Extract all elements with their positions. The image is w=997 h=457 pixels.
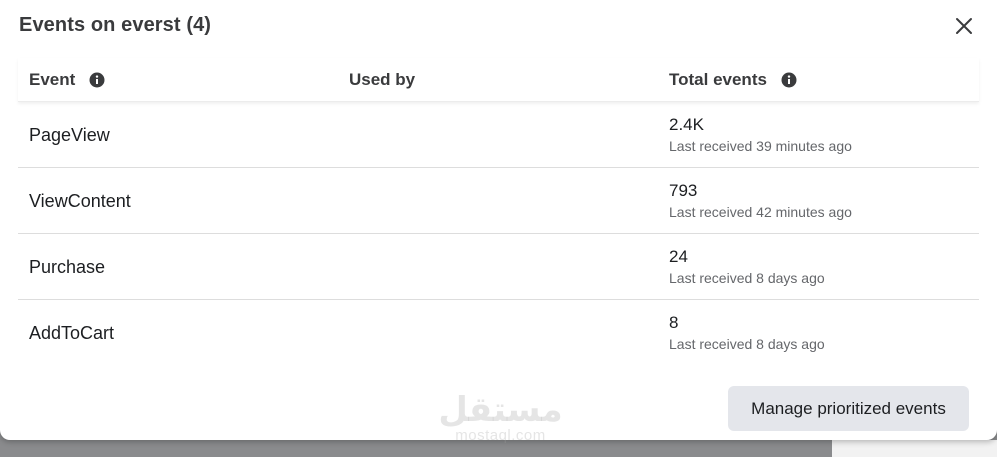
table-header: Event Used by Total events	[18, 58, 979, 102]
column-header-used-by: Used by	[349, 58, 415, 102]
total-count: 2.4K	[669, 115, 704, 134]
column-header-used-by-label: Used by	[349, 70, 416, 89]
last-received: Last received 42 minutes ago	[669, 204, 852, 220]
last-received: Last received 8 days ago	[669, 270, 825, 286]
column-header-total-events: Total events	[669, 58, 797, 102]
dialog-title: Events on everst (4)	[19, 14, 212, 36]
last-received: Last received 8 days ago	[669, 336, 825, 352]
table-row[interactable]: AddToCart 8 Last received 8 days ago	[18, 300, 979, 366]
column-header-event-label: Event	[29, 70, 76, 89]
events-table: Event Used by Total events PageView 2.4K…	[18, 58, 979, 366]
manage-prioritized-events-button[interactable]: Manage prioritized events	[728, 386, 969, 431]
event-name: PageView	[29, 124, 110, 145]
total-events-cell: 2.4K Last received 39 minutes ago	[669, 114, 852, 156]
info-icon[interactable]	[781, 72, 797, 88]
column-header-total-events-label: Total events	[669, 70, 767, 89]
event-name: Purchase	[29, 256, 106, 277]
total-count: 793	[669, 181, 698, 200]
column-header-event: Event	[29, 58, 105, 102]
total-events-cell: 793 Last received 42 minutes ago	[669, 180, 852, 222]
event-name: ViewContent	[29, 190, 131, 211]
total-events-cell: 8 Last received 8 days ago	[669, 312, 825, 354]
table-row[interactable]: PageView 2.4K Last received 39 minutes a…	[18, 102, 979, 168]
last-received: Last received 39 minutes ago	[669, 138, 852, 154]
total-count: 8	[669, 313, 679, 332]
table-row[interactable]: Purchase 24 Last received 8 days ago	[18, 234, 979, 300]
background-panel	[832, 440, 997, 457]
total-count: 24	[669, 247, 688, 266]
events-dialog: Events on everst (4) Event Used by Total…	[0, 0, 997, 440]
total-events-cell: 24 Last received 8 days ago	[669, 246, 825, 288]
table-row[interactable]: ViewContent 793 Last received 42 minutes…	[18, 168, 979, 234]
info-icon[interactable]	[89, 72, 105, 88]
close-button[interactable]	[950, 12, 978, 40]
event-name: AddToCart	[29, 322, 115, 343]
close-icon	[956, 18, 972, 34]
